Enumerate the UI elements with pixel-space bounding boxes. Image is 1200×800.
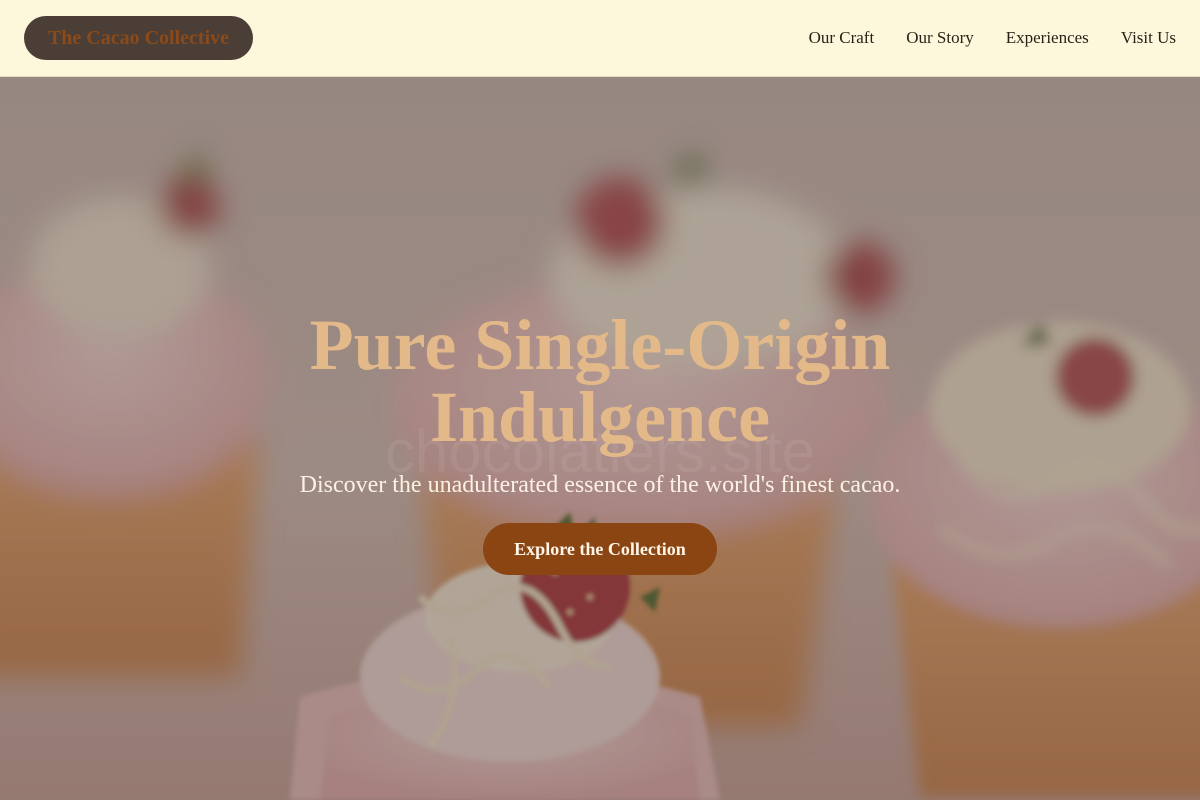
hero-title: Pure Single-Origin Indulgence xyxy=(309,305,891,457)
hero-subtitle: Discover the unadulterated essence of th… xyxy=(299,472,901,498)
nav-link-visit-us[interactable]: Visit Us xyxy=(1121,28,1176,48)
site-header: The Cacao Collective Our Craft Our Story… xyxy=(0,0,1200,77)
logo-link[interactable]: The Cacao Collective xyxy=(24,16,253,60)
explore-collection-button[interactable]: Explore the Collection xyxy=(483,523,717,575)
nav-link-our-story[interactable]: Our Story xyxy=(906,28,974,48)
nav-link-experiences[interactable]: Experiences xyxy=(1006,28,1089,48)
nav-link-our-craft[interactable]: Our Craft xyxy=(809,28,875,48)
logo-text: The Cacao Collective xyxy=(47,26,230,49)
main-nav: Our Craft Our Story Experiences Visit Us xyxy=(809,0,1176,76)
hero-section: chocolatiers.site Pure Single-Origin Ind… xyxy=(0,77,1200,800)
